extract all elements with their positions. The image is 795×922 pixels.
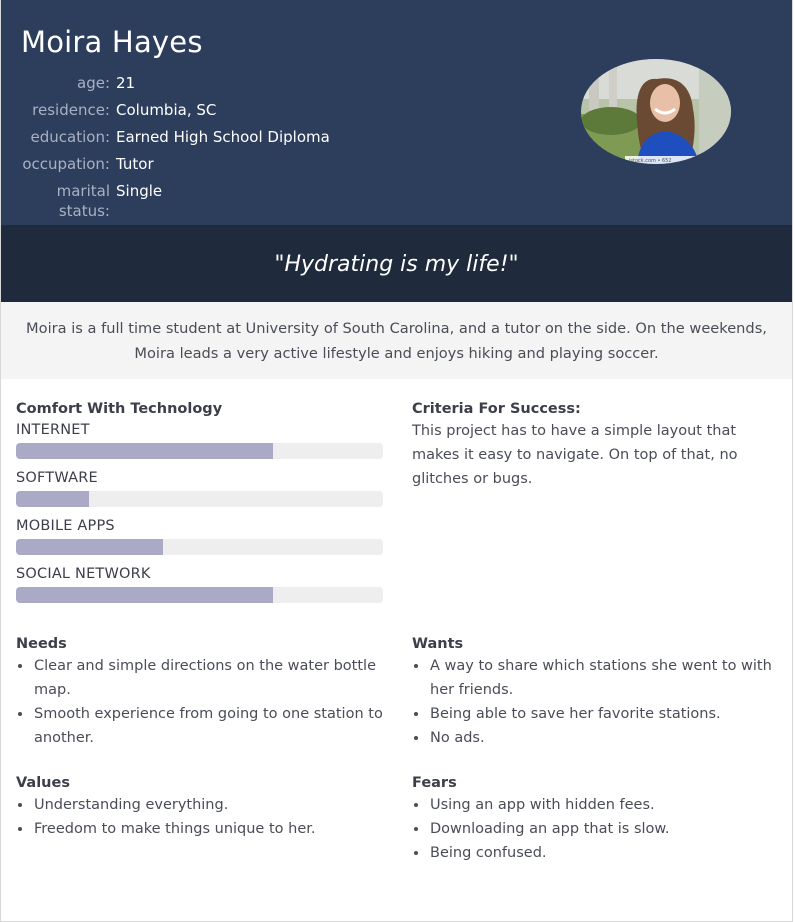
tech-comfort-title: Comfort With Technology [16,401,223,417]
values-list: Understanding everything. Freedom to mak… [16,793,386,841]
fact-age: age: 21 [1,73,330,100]
criteria-text: This project has to have a simple layout… [412,423,738,487]
fact-label: age: [77,74,110,92]
fact-value: Single [116,182,163,200]
tech-bar-fill [16,587,273,603]
persona-bio: Moira is a full time student at Universi… [1,302,792,379]
fact-education: education: Earned High School Diploma [1,127,330,154]
wants-list: A way to share which stations she went t… [412,654,782,750]
tech-item-mobile-apps: MOBILE APPS [16,516,386,555]
photo-watermark: istock.com • 652 [629,158,672,164]
fact-residence: residence: Columbia, SC [1,100,330,127]
tech-bar [16,587,383,603]
fact-occupation: occupation: Tutor [1,154,330,181]
fact-marital-status: marital status: Single [1,181,330,220]
tech-bar-fill [16,491,90,507]
list-item: Being confused. [429,841,782,865]
tech-bar [16,443,383,459]
fears-section: Fears Using an app with hidden fees. Dow… [412,775,782,865]
tech-bar-fill [16,443,273,459]
fears-list: Using an app with hidden fees. Downloadi… [412,793,782,865]
list-item: Downloading an app that is slow. [429,817,782,841]
criteria-section: Criteria For Success: This project has t… [412,401,782,491]
tech-bar-fill [16,539,163,555]
list-item: Smooth experience from going to one stat… [33,702,386,750]
needs-title: Needs [16,636,67,652]
fact-value: 21 [116,74,136,92]
needs-list: Clear and simple directions on the water… [16,654,386,750]
list-item: Using an app with hidden fees. [429,793,782,817]
list-item: Freedom to make things unique to her. [33,817,386,841]
list-item: A way to share which stations she went t… [429,654,782,702]
tech-item-software: SOFTWARE [16,468,386,507]
tech-bar [16,491,383,507]
list-item: No ads. [429,726,782,750]
fact-label: occupation: [22,155,110,173]
values-title: Values [16,775,70,791]
fact-value: Columbia, SC [116,101,217,119]
wants-section: Wants A way to share which stations she … [412,636,782,750]
tech-item-social-network: SOCIAL NETWORK [16,564,386,603]
tech-item-label: INTERNET [16,422,90,438]
fears-title: Fears [412,775,457,791]
needs-section: Needs Clear and simple directions on the… [16,636,386,750]
list-item: Being able to save her favorite stations… [429,702,782,726]
list-item: Clear and simple directions on the water… [33,654,386,702]
tech-item-label: MOBILE APPS [16,518,115,534]
persona-photo: istock.com • 652 [581,59,731,164]
fact-label: marital status: [56,182,110,220]
persona-quote: "Hydrating is my life!" [274,252,519,277]
wants-title: Wants [412,636,464,652]
fact-label: education: [30,128,110,146]
tech-comfort-section: Comfort With Technology INTERNET SOFTWAR… [16,401,386,603]
persona-name: Moira Hayes [21,25,203,59]
criteria-title: Criteria For Success: [412,401,581,417]
persona-header: Moira Hayes age: 21 residence: Columbia,… [1,0,792,225]
fact-value: Tutor [116,155,154,173]
values-section: Values Understanding everything. Freedom… [16,775,386,841]
tech-item-label: SOFTWARE [16,470,98,486]
fact-value: Earned High School Diploma [116,128,330,146]
fact-label: residence: [32,101,110,119]
persona-card: Moira Hayes age: 21 residence: Columbia,… [0,0,793,922]
persona-facts: age: 21 residence: Columbia, SC educatio… [1,73,330,220]
quote-band: "Hydrating is my life!" [1,225,792,302]
tech-bar [16,539,383,555]
tech-item-internet: INTERNET [16,420,386,459]
list-item: Understanding everything. [33,793,386,817]
tech-item-label: SOCIAL NETWORK [16,566,151,582]
